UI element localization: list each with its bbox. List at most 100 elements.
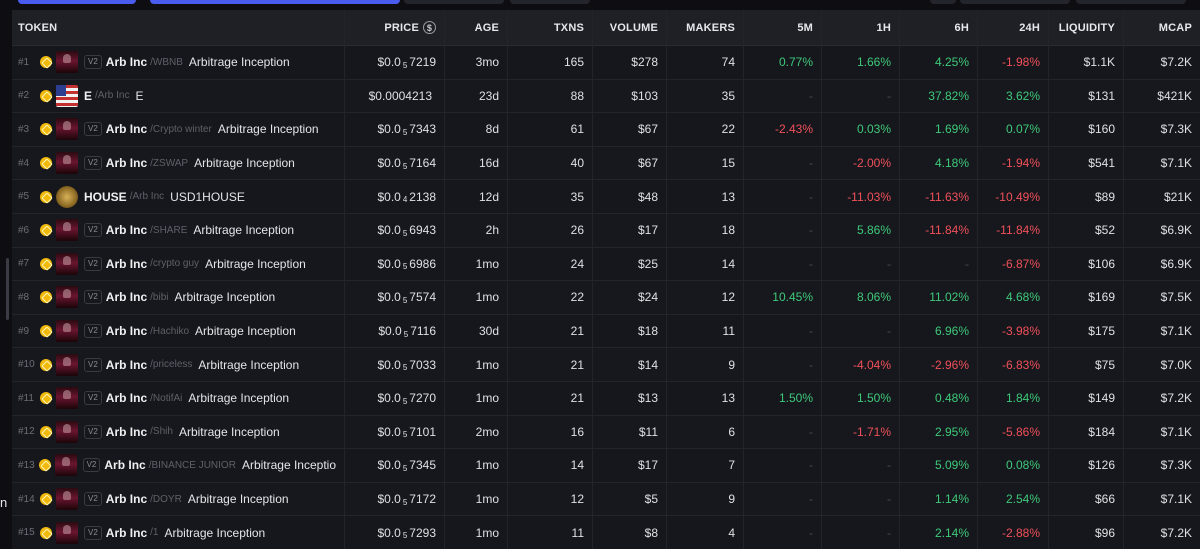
toolbar-button[interactable] bbox=[1076, 0, 1186, 4]
table-row[interactable]: #1 V2 Arb Inc/WBNB Arbitrage Inception $0.0 5… bbox=[12, 46, 1200, 80]
token-symbol: Arb Inc bbox=[105, 424, 148, 439]
token-cell[interactable]: #11 V2 Arb Inc/NotifAi Arbitrage Inception bbox=[12, 381, 345, 415]
token-cell[interactable]: #4 V2 Arb Inc/ZSWAP Arbitrage Inception bbox=[12, 146, 345, 180]
age-cell: 2mo bbox=[445, 415, 508, 449]
table-row[interactable]: #9 V2 Arb Inc/Hachiko Arbitrage Inception $0… bbox=[12, 314, 1200, 349]
table-row[interactable]: #15 V2 Arb Inc/1 Arbitrage Inception $0.0 5 72… bbox=[12, 516, 1200, 549]
change-24h-cell-value: -2.88% bbox=[1001, 525, 1040, 540]
token-cell[interactable]: #6 V2 Arb Inc/SHARE Arbitrage Inception bbox=[12, 213, 345, 247]
change-1h-cell: 1.50% bbox=[822, 381, 900, 415]
token-cell[interactable]: #1 V2 Arb Inc/WBNB Arbitrage Inception bbox=[12, 46, 345, 79]
token-cell[interactable]: #15 V2 Arb Inc/1 Arbitrage Inception bbox=[12, 516, 345, 549]
col-header-makers[interactable]: MAKERS bbox=[667, 9, 744, 46]
toolbar-button-filter[interactable] bbox=[150, 0, 400, 4]
col-header-age[interactable]: AGE bbox=[445, 9, 508, 46]
change-6h-cell: 2.95% bbox=[900, 415, 978, 449]
table-row[interactable]: #6 V2 Arb Inc/SHARE Arbitrage Inception $0.0… bbox=[12, 213, 1200, 248]
bnb-chain-icon bbox=[40, 257, 52, 270]
change-6h-cell-value: 6.96% bbox=[934, 324, 969, 339]
change-6h-cell-value: -2.96% bbox=[930, 357, 969, 372]
change-1h-cell-value: 8.06% bbox=[856, 290, 891, 305]
age-cell: 1mo bbox=[445, 381, 508, 415]
txns-cell: 26 bbox=[508, 213, 593, 247]
token-cell[interactable]: #5 HOUSE/Arb Inc USD1HOUSE bbox=[12, 180, 345, 213]
change-24h-cell: -2.88% bbox=[978, 516, 1049, 549]
toolbar-button[interactable] bbox=[930, 0, 956, 4]
txns-cell: 14 bbox=[508, 449, 593, 482]
arb-logo-icon bbox=[56, 118, 78, 141]
token-cell[interactable]: #7 V2 Arb Inc/crypto guy Arbitrage Inceptio… bbox=[12, 247, 345, 281]
change-24h-cell-value: -1.94% bbox=[1001, 156, 1040, 171]
table-row[interactable]: #11 V2 Arb Inc/NotifAi Arbitrage Inception $… bbox=[12, 381, 1200, 416]
toolbar-button[interactable] bbox=[404, 0, 504, 4]
price-prefix: $0.0 bbox=[377, 357, 401, 372]
table-row[interactable]: #2 E/Arb Inc E $0.0004213 23d 88 $103 35- -37.82… bbox=[12, 79, 1200, 114]
token-cell[interactable]: #2 E/Arb Inc E bbox=[12, 79, 345, 113]
age-cell: 12d bbox=[445, 180, 508, 213]
price-prefix: $0.0 bbox=[377, 256, 401, 271]
table-row[interactable]: #13 V2 Arb Inc/BINANCE JUNIOR Arbitrage Inc… bbox=[12, 449, 1200, 483]
makers-cell: 4 bbox=[667, 516, 744, 549]
col-header-price[interactable]: PRICE $ bbox=[345, 9, 445, 46]
col-header-6h[interactable]: 6H bbox=[900, 9, 978, 46]
bnb-chain-icon bbox=[40, 89, 52, 102]
change-24h-cell: -10.49% bbox=[978, 180, 1049, 213]
toolbar-button[interactable] bbox=[510, 0, 590, 4]
left-gutter: n bbox=[0, 0, 10, 549]
makers-cell: 35 bbox=[667, 79, 744, 113]
toolbar-button-primary[interactable] bbox=[18, 0, 136, 4]
token-cell[interactable]: #9 V2 Arb Inc/Hachiko Arbitrage Inception bbox=[12, 314, 345, 348]
change-5m-cell-value: - bbox=[809, 88, 813, 103]
arb-logo-icon bbox=[54, 454, 77, 477]
token-cell[interactable]: #13 V2 Arb Inc/BINANCE JUNIOR Arbitrage Inc… bbox=[12, 449, 345, 482]
rank-label: #3 bbox=[18, 123, 30, 135]
col-header-mcap[interactable]: MCAP bbox=[1124, 10, 1200, 46]
scrollbar-thumb[interactable] bbox=[6, 258, 9, 320]
change-1h-cell: 1.66% bbox=[822, 46, 900, 79]
col-header-volume[interactable]: VOLUME bbox=[593, 9, 667, 46]
change-6h-cell-value: -11.84% bbox=[925, 223, 969, 238]
quote-pair: /Crypto winter bbox=[150, 123, 212, 135]
change-6h-cell-value: 2.95% bbox=[934, 424, 969, 439]
table-row[interactable]: #8 V2 Arb Inc/bibi Arbitrage Inception $0.0 5… bbox=[12, 281, 1200, 315]
change-1h-cell: - bbox=[822, 79, 900, 113]
dex-version-badge: V2 bbox=[84, 223, 102, 238]
token-cell[interactable]: #14 V2 Arb Inc/DOYR Arbitrage Inception bbox=[12, 482, 345, 516]
table-row[interactable]: #3 V2 Arb Inc/Crypto winter Arbitrage Incep… bbox=[12, 113, 1200, 147]
mcap-cell: $6.9K bbox=[1160, 223, 1192, 238]
change-5m-cell: - bbox=[744, 180, 822, 213]
bnb-chain-icon bbox=[40, 425, 52, 438]
price-digits: 7164 bbox=[409, 156, 436, 171]
change-24h-cell: 4.68% bbox=[978, 281, 1049, 314]
price-digits: 7101 bbox=[409, 424, 436, 439]
change-5m-cell: -2.43% bbox=[744, 113, 822, 146]
col-header-24h[interactable]: 24H bbox=[978, 9, 1049, 46]
token-name: Arbitrage Inception bbox=[198, 357, 300, 372]
dollar-toggle-icon[interactable]: $ bbox=[423, 21, 436, 34]
change-1h-cell-value: -4.04% bbox=[852, 357, 891, 372]
liquidity-cell: $106 bbox=[1049, 247, 1124, 281]
price-zero-count: 5 bbox=[402, 430, 408, 440]
col-header-liquidity[interactable]: LIQUIDITY bbox=[1049, 9, 1124, 46]
change-6h-cell: 37.82% bbox=[900, 79, 978, 113]
table-row[interactable]: #7 V2 Arb Inc/crypto guy Arbitrage Inceptio… bbox=[12, 247, 1200, 282]
change-5m-cell-value: - bbox=[809, 458, 813, 473]
price-digits: 7343 bbox=[409, 122, 436, 137]
token-cell[interactable]: #10 V2 Arb Inc/priceless Arbitrage Inceptio… bbox=[12, 348, 345, 381]
change-24h-cell-value: 1.84% bbox=[1005, 391, 1040, 406]
col-header-token[interactable]: TOKEN bbox=[12, 9, 345, 46]
token-cell[interactable]: #12 V2 Arb Inc/Shih Arbitrage Inception bbox=[12, 415, 345, 449]
table-row[interactable]: #10 V2 Arb Inc/priceless Arbitrage Inceptio… bbox=[12, 348, 1200, 382]
col-header-txns[interactable]: TXNS bbox=[508, 9, 593, 46]
table-row[interactable]: #14 V2 Arb Inc/DOYR Arbitrage Inception $0.0… bbox=[12, 482, 1200, 517]
quote-pair: /Arb Inc bbox=[95, 90, 130, 102]
col-header-5m[interactable]: 5M bbox=[744, 9, 822, 46]
table-row[interactable]: #5 HOUSE/Arb Inc USD1HOUSE $0.0 4 2138 12d 35 $4… bbox=[12, 180, 1200, 214]
col-header-1h[interactable]: 1H bbox=[822, 9, 900, 46]
token-cell[interactable]: #3 V2 Arb Inc/Crypto winter Arbitrage Incep… bbox=[12, 113, 345, 146]
toolbar-button[interactable] bbox=[960, 0, 1070, 4]
token-cell[interactable]: #8 V2 Arb Inc/bibi Arbitrage Inception bbox=[12, 281, 345, 314]
table-row[interactable]: #4 V2 Arb Inc/ZSWAP Arbitrage Inception $0.0… bbox=[12, 146, 1200, 181]
price-digits: 7270 bbox=[409, 391, 436, 406]
table-row[interactable]: #12 V2 Arb Inc/Shih Arbitrage Inception $0.0… bbox=[12, 415, 1200, 450]
